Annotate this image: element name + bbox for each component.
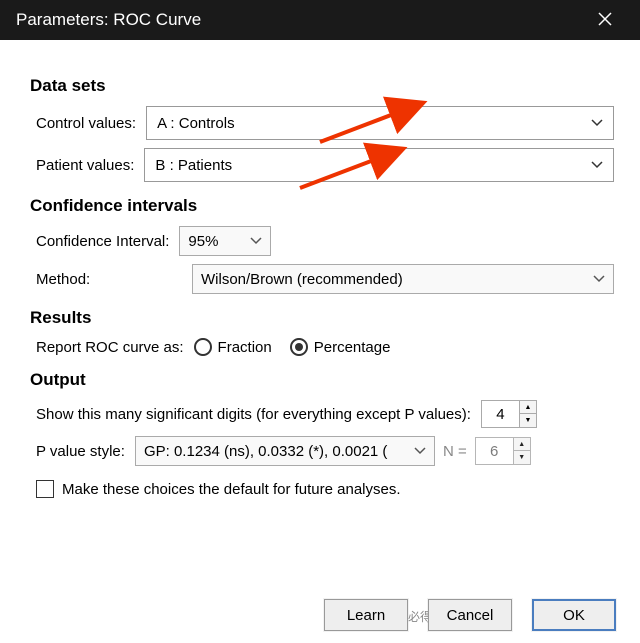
close-icon[interactable] xyxy=(586,2,624,39)
chevron-down-icon xyxy=(591,119,603,127)
sigdig-label: Show this many significant digits (for e… xyxy=(36,406,471,423)
ci-value: 95% xyxy=(188,233,218,250)
radio-icon xyxy=(194,338,212,356)
section-output: Output xyxy=(30,370,614,390)
chevron-down-icon xyxy=(591,161,603,169)
window-titlebar: Parameters: ROC Curve xyxy=(0,0,640,40)
radio-icon xyxy=(290,338,308,356)
radio-percentage-label: Percentage xyxy=(314,339,391,356)
chevron-down-icon xyxy=(593,275,605,283)
chevron-down-icon xyxy=(250,237,262,245)
ci-label: Confidence Interval: xyxy=(36,233,169,250)
ok-button[interactable]: OK xyxy=(532,599,616,631)
pstyle-label: P value style: xyxy=(36,443,125,460)
spinner-buttons: ▲▼ xyxy=(513,438,530,464)
ci-select[interactable]: 95% xyxy=(179,226,271,256)
patient-values-value: B : Patients xyxy=(155,157,232,174)
patient-values-label: Patient values: xyxy=(36,157,134,174)
n-value: 6 xyxy=(476,443,513,460)
radio-fraction-label: Fraction xyxy=(218,339,272,356)
down-arrow-icon: ▼ xyxy=(514,451,530,464)
sigdig-spinner[interactable]: 4 ▲▼ xyxy=(481,400,537,428)
chevron-down-icon xyxy=(414,447,426,455)
section-results: Results xyxy=(30,308,614,328)
sigdig-value: 4 xyxy=(482,406,519,423)
down-arrow-icon[interactable]: ▼ xyxy=(520,414,536,427)
method-value: Wilson/Brown (recommended) xyxy=(201,271,403,288)
up-arrow-icon: ▲ xyxy=(514,438,530,451)
patient-values-select[interactable]: B : Patients xyxy=(144,148,614,182)
n-spinner: 6 ▲▼ xyxy=(475,437,531,465)
default-label: Make these choices the default for futur… xyxy=(62,481,401,498)
radio-percentage[interactable]: Percentage xyxy=(290,338,391,356)
section-confidence-intervals: Confidence intervals xyxy=(30,196,614,216)
window-title: Parameters: ROC Curve xyxy=(16,10,201,30)
pstyle-value: GP: 0.1234 (ns), 0.0332 (*), 0.0021 ( xyxy=(144,443,387,460)
spinner-buttons[interactable]: ▲▼ xyxy=(519,401,536,427)
control-values-value: A : Controls xyxy=(157,115,235,132)
radio-fraction[interactable]: Fraction xyxy=(194,338,272,356)
method-select[interactable]: Wilson/Brown (recommended) xyxy=(192,264,614,294)
section-datasets: Data sets xyxy=(30,76,614,96)
control-values-label: Control values: xyxy=(36,115,136,132)
pstyle-select[interactable]: GP: 0.1234 (ns), 0.0332 (*), 0.0021 ( xyxy=(135,436,435,466)
default-checkbox[interactable] xyxy=(36,480,54,498)
up-arrow-icon[interactable]: ▲ xyxy=(520,401,536,414)
n-equals-label: N = xyxy=(443,443,467,460)
control-values-select[interactable]: A : Controls xyxy=(146,106,614,140)
learn-button[interactable]: Learn xyxy=(324,599,408,631)
cancel-button[interactable]: Cancel xyxy=(428,599,512,631)
report-label: Report ROC curve as: xyxy=(36,339,184,356)
method-label: Method: xyxy=(36,271,176,288)
